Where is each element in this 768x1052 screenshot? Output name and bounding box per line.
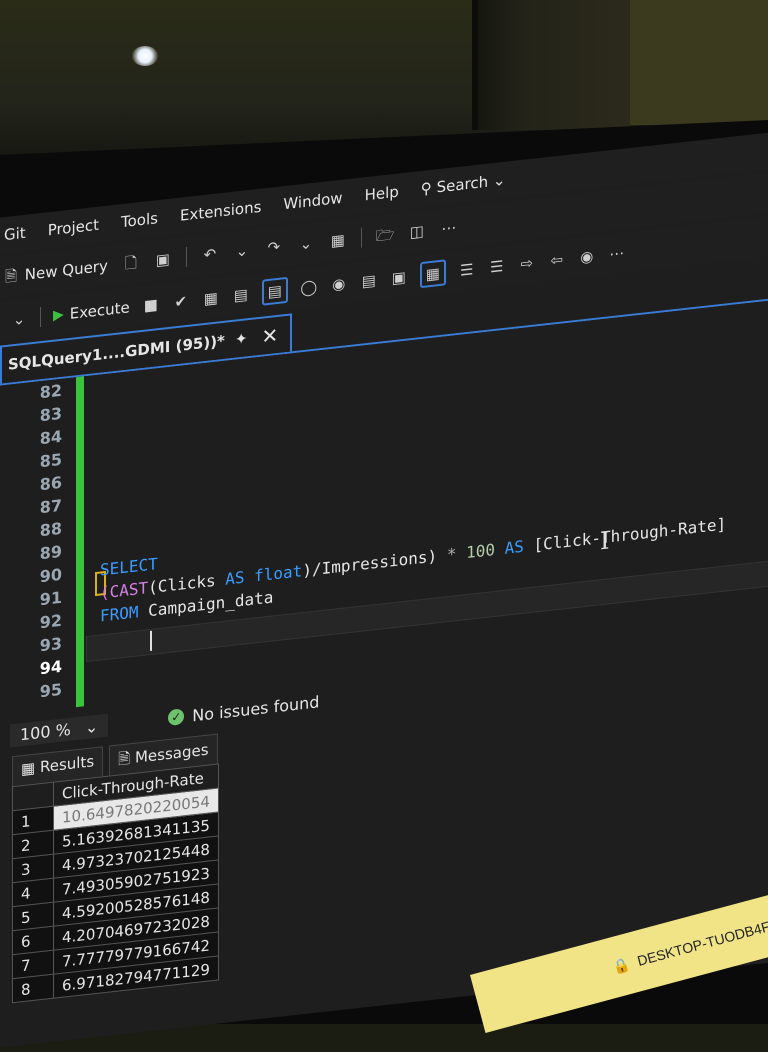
code-line-select: SELECT <box>100 554 158 579</box>
pin-icon[interactable]: ✦ <box>235 329 248 348</box>
search-menu[interactable]: ⚲ Search ⌄ <box>421 171 506 198</box>
tab-messages-label: Messages <box>134 740 209 767</box>
grid-icon: ▦ <box>21 758 36 779</box>
change-tracking-bar <box>76 376 84 708</box>
line-number-gutter: 82 83 84 85 86 87 88 89 90 91 92 93 94 9… <box>0 378 70 716</box>
type-float: float <box>254 561 303 586</box>
line-number-current: 94 <box>39 656 62 679</box>
undo-icon[interactable]: ↶ <box>201 244 219 264</box>
parse-check-icon[interactable]: ✔ <box>172 292 190 312</box>
chevron-down-icon: ⌄ <box>492 170 506 191</box>
line-number: 91 <box>39 587 62 610</box>
database-query-icon[interactable]: 🗋 <box>122 253 140 273</box>
chevron-down-icon[interactable]: ⌄ <box>10 309 28 329</box>
line-number: 85 <box>39 449 62 472</box>
toolbar-divider <box>185 246 187 268</box>
new-query-button[interactable]: 🗎 New Query <box>2 257 108 287</box>
new-query-icon: 🗎 <box>4 266 18 287</box>
check-circle-icon: ✓ <box>168 708 185 727</box>
lock-icon: 🔒 <box>610 955 632 975</box>
menu-extensions[interactable]: Extensions <box>180 198 261 225</box>
execute-button[interactable]: ▶ Execute <box>53 298 130 324</box>
operator-multiply: * <box>446 543 467 565</box>
activity-monitor-icon[interactable]: ▦ <box>329 230 347 251</box>
zoom-dropdown[interactable]: 100 % ⌄ <box>10 713 109 747</box>
row-number[interactable]: 8 <box>12 974 54 1003</box>
close-icon[interactable]: ✕ <box>261 323 278 349</box>
line-number: 83 <box>39 403 62 426</box>
stop-icon[interactable]: ■ <box>142 295 160 315</box>
more-icon[interactable]: ⋯ <box>440 218 458 238</box>
results-to-text-icon[interactable]: ▤ <box>261 276 288 306</box>
specify-values-icon[interactable]: ◉ <box>578 247 596 267</box>
new-query-label: New Query <box>24 256 108 284</box>
number-literal: 100 <box>466 539 495 563</box>
text-caret <box>150 630 152 652</box>
monitor-screen: Git Project Tools Extensions Window Help… <box>0 117 768 1052</box>
dax-query-icon[interactable]: ▣ <box>154 250 172 270</box>
code-text: )/Impressions) <box>302 545 447 581</box>
object-explorer-icon[interactable]: 🗁 <box>376 225 395 245</box>
messages-icon: 🗎 <box>118 749 131 769</box>
toolbar-divider <box>40 307 41 328</box>
ibeam-cursor-icon: I <box>600 526 610 556</box>
results-grid[interactable]: Click-Through-Rate 1 10.6497820220054 2 5.… <box>12 763 219 1004</box>
line-number: 89 <box>39 541 62 564</box>
menu-git[interactable]: Git <box>4 224 26 244</box>
line-number: 93 <box>39 633 62 656</box>
toolbar-divider <box>360 227 362 248</box>
menu-tools[interactable]: Tools <box>121 209 158 231</box>
line-number: 86 <box>39 472 62 495</box>
zoom-value: 100 % <box>20 719 71 744</box>
live-stats-icon[interactable]: ◉ <box>330 274 348 294</box>
keyword-as: AS <box>225 567 245 589</box>
client-stats-icon[interactable]: ▤ <box>360 271 378 291</box>
function-cast: (CAST <box>100 578 149 603</box>
query-options-icon[interactable]: ▤ <box>232 285 250 305</box>
results-to-file-icon[interactable]: ▣ <box>390 268 408 288</box>
estimated-plan-icon[interactable]: ▦ <box>202 288 220 309</box>
pillar <box>478 0 630 130</box>
keyword-select: SELECT <box>100 554 158 580</box>
issues-text: No issues found <box>192 691 320 725</box>
menu-project[interactable]: Project <box>48 216 99 240</box>
more-icon[interactable]: ⋯ <box>608 243 626 264</box>
line-number: 88 <box>39 518 62 541</box>
include-plan-icon[interactable]: ◯ <box>300 278 318 298</box>
line-number: 90 <box>39 564 62 587</box>
line-number: 92 <box>39 610 62 633</box>
comment-icon[interactable]: ☰ <box>458 260 476 280</box>
results-to-grid-icon[interactable]: ▦ <box>419 259 446 289</box>
search-icon: ⚲ <box>420 178 432 199</box>
chevron-down-icon: ⌄ <box>84 716 99 737</box>
menu-window[interactable]: Window <box>283 189 342 214</box>
chevron-down-icon[interactable]: ⌄ <box>297 234 315 254</box>
line-number: 95 <box>39 679 62 702</box>
execute-label: Execute <box>69 298 130 323</box>
column-alias: [Click-Through-Rate] <box>533 514 727 555</box>
keyword-as: AS <box>504 536 524 558</box>
tab-results-label: Results <box>39 752 95 777</box>
line-number: 82 <box>39 380 62 403</box>
keyword-from: FROM <box>100 602 139 626</box>
uncomment-icon[interactable]: ☰ <box>488 257 506 277</box>
line-number: 84 <box>39 426 62 449</box>
outdent-icon[interactable]: ⇦ <box>548 250 566 270</box>
menu-help[interactable]: Help <box>365 183 399 205</box>
indent-icon[interactable]: ⇨ <box>518 253 536 273</box>
template-explorer-icon[interactable]: ◫ <box>408 222 426 242</box>
play-icon: ▶ <box>53 306 64 324</box>
line-number: 87 <box>39 495 62 518</box>
redo-icon[interactable]: ↷ <box>265 237 283 257</box>
issues-indicator[interactable]: ✓ No issues found <box>168 692 319 728</box>
ceiling-lamp <box>132 46 158 66</box>
wall <box>630 0 768 125</box>
search-label: Search <box>436 172 489 197</box>
chevron-down-icon[interactable]: ⌄ <box>233 241 251 261</box>
